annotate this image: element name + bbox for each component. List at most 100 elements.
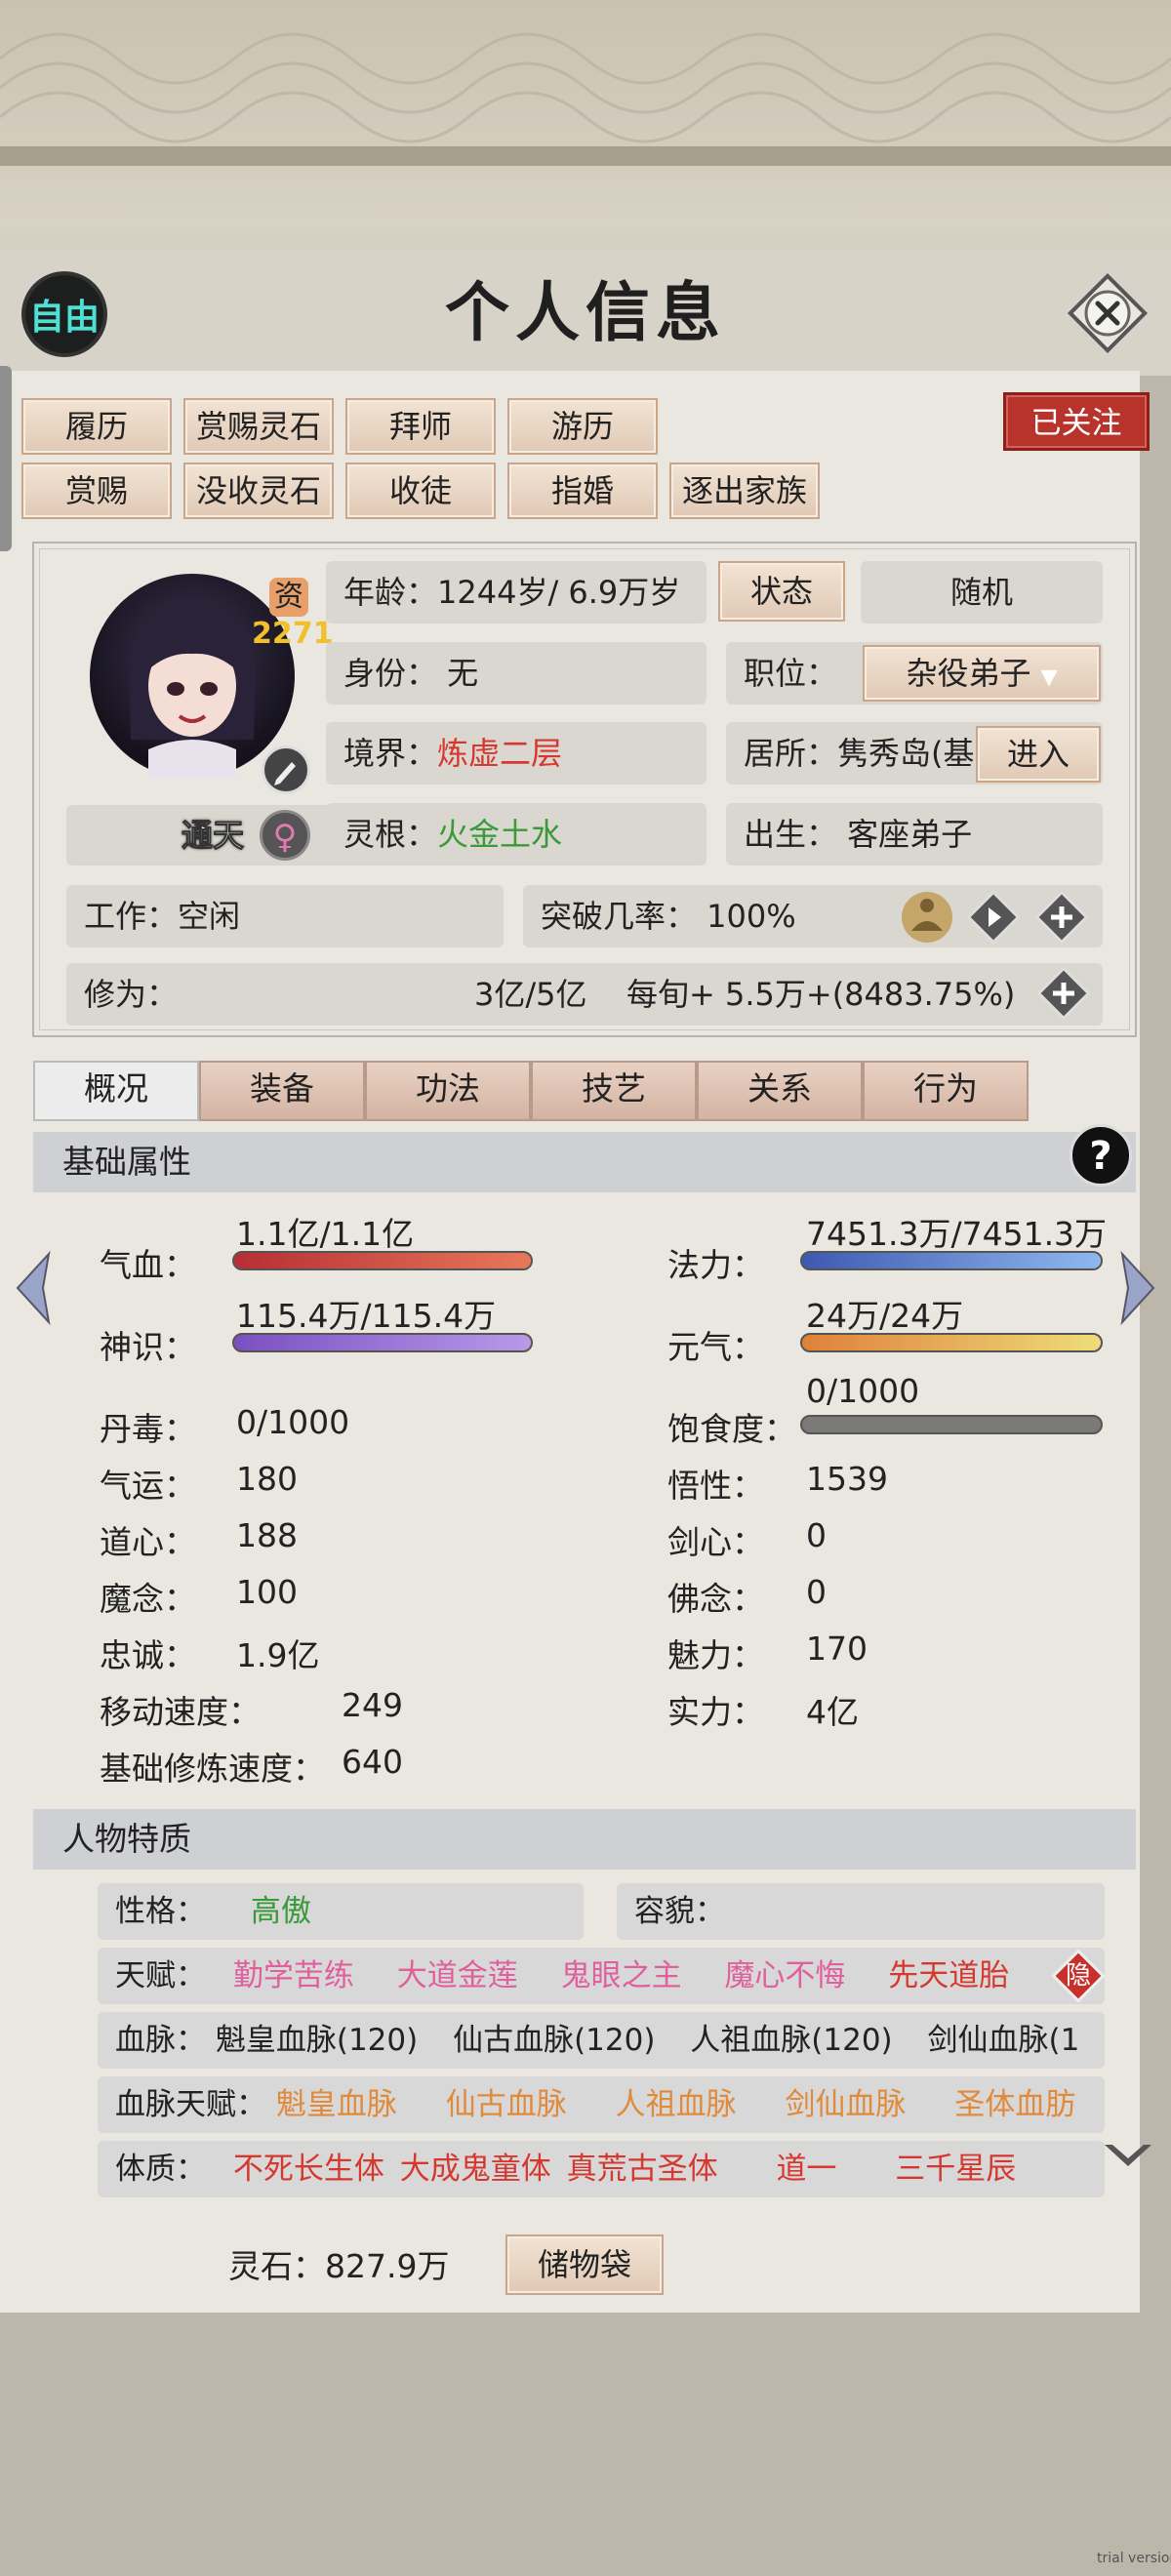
status-button[interactable]: 状态	[718, 561, 845, 622]
stat-label-fonian: 佛念：	[667, 1580, 764, 1618]
shenshi-bar	[232, 1333, 533, 1352]
tab-overview[interactable]: 概况	[33, 1061, 199, 1121]
close-button[interactable]	[1064, 269, 1151, 357]
watermark: trial version	[1097, 2551, 1171, 2566]
appearance-label: 容貌：	[634, 1894, 725, 1929]
hide-button[interactable]: 隐	[1050, 1948, 1107, 2004]
title-badge-row: 通天	[66, 805, 359, 865]
stat-value-fonian: 0	[806, 1573, 827, 1611]
chevron-left-icon	[16, 1250, 51, 1326]
reward-button[interactable]: 赏赐	[21, 463, 172, 519]
stat-label-strength: 实力：	[667, 1693, 764, 1731]
bloodline-row: 血脉： 魁皇血脉(120) 仙古血脉(120) 人祖血脉(120) 剑仙血脉(1	[98, 2012, 1105, 2069]
qixue-label: 气血：	[100, 1246, 196, 1284]
bloodline-talent-item: 仙古血脉	[445, 2087, 567, 2122]
work-field: 工作：空闲	[66, 885, 504, 947]
expand-traits-button[interactable]	[1101, 2137, 1155, 2176]
arrange-marriage-button[interactable]: 指婚	[507, 463, 658, 519]
bottom-background	[0, 2313, 1171, 2576]
tab-equipment[interactable]: 装备	[199, 1061, 365, 1121]
prev-arrow[interactable]	[10, 1249, 59, 1327]
stat-label-daoxin: 道心：	[100, 1523, 196, 1561]
scrollbar[interactable]	[0, 366, 12, 551]
female-icon: ♀	[260, 810, 310, 861]
apprentice-button[interactable]: 拜师	[345, 398, 496, 455]
reward-stone-button[interactable]: 赏赐灵石	[183, 398, 334, 455]
practice-value: 3亿/5亿	[474, 976, 587, 1013]
wave-pattern	[0, 32, 1171, 166]
free-button[interactable]: 自由	[21, 271, 107, 357]
hide-label: 隐	[1065, 1961, 1091, 1991]
talent-item: 大道金莲	[396, 1958, 518, 1993]
satiety-label: 饱食度：	[667, 1410, 796, 1448]
fali-value: 7451.3万/7451.3万	[806, 1215, 1108, 1253]
yuanqi-value: 24万/24万	[806, 1297, 964, 1335]
bloodline-label: 血脉：	[115, 2023, 206, 2058]
stat-label-loyalty: 忠诚：	[100, 1636, 196, 1674]
position-dropdown[interactable]: 杂役弟子 ▼	[863, 645, 1101, 702]
physique-label: 体质：	[115, 2152, 206, 2187]
chevron-down-icon	[1105, 2145, 1151, 2166]
satiety-value: 0/1000	[806, 1372, 920, 1410]
stat-label-practice-speed: 基础修炼速度：	[100, 1750, 325, 1788]
talent-label: 天赋：	[115, 1958, 206, 1993]
shenshi-value: 115.4万/115.4万	[236, 1297, 497, 1335]
breakthrough-plus-button[interactable]	[1034, 890, 1089, 945]
stat-value-qiyun: 180	[236, 1460, 298, 1498]
spirit-stone-count: 灵石：827.9万	[228, 2247, 450, 2285]
physique-item: 三千星辰	[895, 2152, 1017, 2187]
basic-attributes-heading: 基础属性	[33, 1132, 1136, 1192]
next-arrow[interactable]	[1112, 1249, 1161, 1327]
realm-value: 炼虚二层	[437, 735, 563, 772]
bloodline-talent-item: 魁皇血脉	[275, 2087, 397, 2122]
tab-relations[interactable]: 关系	[697, 1061, 863, 1121]
play-button[interactable]	[966, 890, 1021, 945]
enter-button[interactable]: 进入	[976, 726, 1101, 783]
talent-row: 天赋： 勤学苦练 大道金莲 鬼眼之主 魔心不悔 先天道胎	[98, 1948, 1105, 2004]
meditation-icon[interactable]	[898, 888, 956, 946]
tab-arts[interactable]: 技艺	[531, 1061, 697, 1121]
position-label: 职位：	[744, 655, 838, 692]
stat-label-jianxin: 剑心：	[667, 1523, 764, 1561]
stat-value-practice-speed: 640	[342, 1743, 403, 1781]
practice-rate: 每旬+ 5.5万+(8483.75%)	[626, 976, 1016, 1013]
bloodline-item: 魁皇血脉(120)	[215, 2023, 419, 2058]
yuanqi-label: 元气：	[667, 1328, 764, 1366]
take-disciple-button[interactable]: 收徒	[345, 463, 496, 519]
qixue-bar	[232, 1251, 533, 1270]
aptitude-label: 资	[269, 578, 308, 617]
stat-value-dandu: 0/1000	[236, 1403, 350, 1441]
realm-field: 境界：炼虚二层	[326, 722, 707, 785]
stat-label-move-speed: 移动速度：	[100, 1693, 261, 1731]
random-button[interactable]: 随机	[861, 561, 1103, 624]
storage-bag-button[interactable]: 储物袋	[505, 2234, 664, 2295]
edit-button[interactable]	[262, 745, 310, 794]
travel-button[interactable]: 游历	[507, 398, 658, 455]
tab-behavior[interactable]: 行为	[863, 1061, 1029, 1121]
stat-value-wuxing: 1539	[806, 1460, 888, 1498]
followed-badge[interactable]: 已关注	[1003, 392, 1150, 451]
expel-button[interactable]: 逐出家族	[669, 463, 820, 519]
title-badge: 通天	[181, 817, 244, 855]
stat-value-monian: 100	[236, 1573, 298, 1611]
qixue-value: 1.1亿/1.1亿	[236, 1215, 415, 1253]
shenshi-label: 神识：	[100, 1328, 196, 1366]
help-icon[interactable]: ?	[1070, 1124, 1132, 1187]
confiscate-stone-button[interactable]: 没收灵石	[183, 463, 334, 519]
root-value: 火金土水	[437, 816, 563, 853]
practice-field: 修为： 3亿/5亿 每旬+ 5.5万+(8483.75%)	[66, 963, 1103, 1026]
bloodline-talent-item: 人祖血脉	[615, 2087, 737, 2122]
bloodline-talent-label: 血脉天赋：	[115, 2087, 266, 2122]
appearance-row: 容貌：	[617, 1883, 1105, 1940]
stat-label-wuxing: 悟性：	[667, 1467, 764, 1505]
chevron-right-icon	[1120, 1250, 1155, 1326]
stat-value-daoxin: 188	[236, 1516, 298, 1554]
history-button[interactable]: 履历	[21, 398, 172, 455]
position-value: 杂役弟子	[906, 655, 1031, 692]
practice-plus-button[interactable]	[1036, 966, 1091, 1021]
realm-label: 境界：	[343, 735, 438, 772]
physique-item: 真荒古圣体	[566, 2152, 718, 2187]
practice-label: 修为：	[84, 976, 179, 1013]
stat-label-qiyun: 气运：	[100, 1467, 196, 1505]
tab-skills[interactable]: 功法	[365, 1061, 531, 1121]
